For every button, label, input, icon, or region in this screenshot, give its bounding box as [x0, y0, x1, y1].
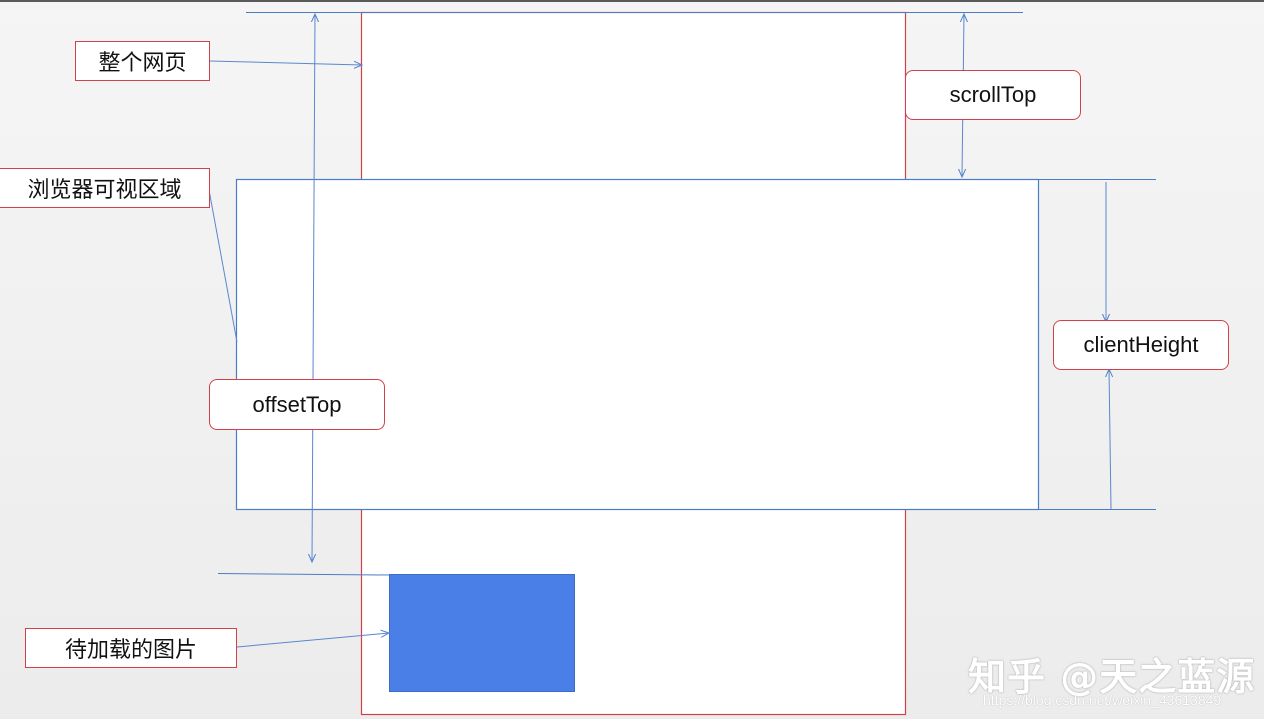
client-height-arrow-bottom	[1109, 369, 1111, 510]
whole-page-pointer	[209, 60, 362, 65]
pending-image-label: 待加载的图片	[25, 628, 237, 668]
client-height-label: clientHeight	[1053, 320, 1229, 370]
whole-page-label: 整个网页	[75, 41, 210, 81]
offset-top-label: offsetTop	[209, 379, 385, 430]
viewport-label: 浏览器可视区域	[0, 168, 210, 208]
watermark-url: https://blog.csdn.net/weixin_43613849	[983, 692, 1222, 708]
viewport-rect	[235, 178, 1040, 511]
pending-image-rect	[389, 574, 575, 692]
viewport-pointer	[208, 189, 238, 343]
scroll-top-label: scrollTop	[905, 70, 1081, 120]
